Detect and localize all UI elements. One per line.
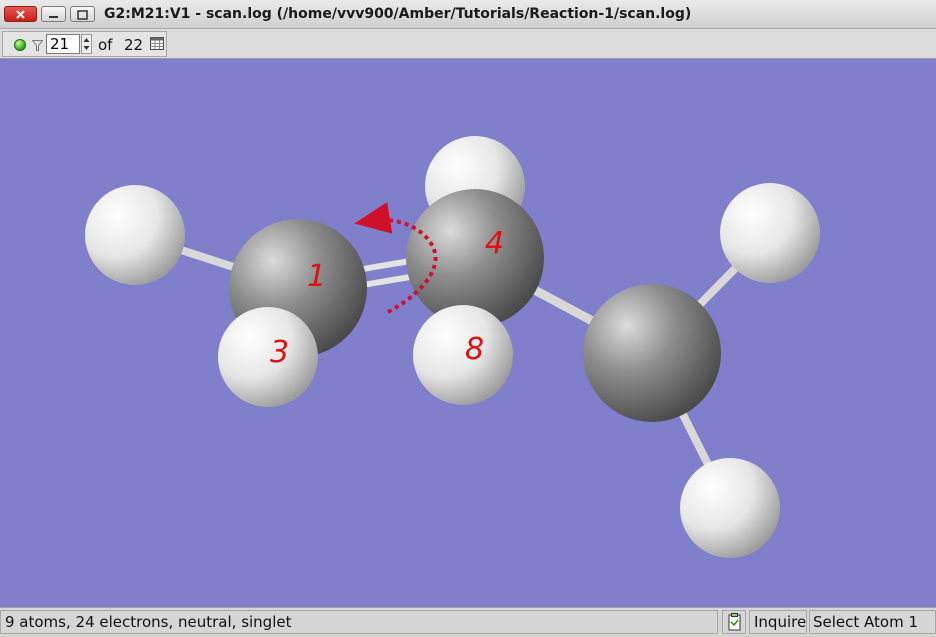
hydrogen-atom-8[interactable] — [413, 305, 513, 405]
green-status-icon[interactable] — [14, 39, 26, 51]
minimize-button[interactable] — [41, 6, 66, 22]
table-icon[interactable] — [150, 37, 164, 50]
hydrogen-atom[interactable] — [720, 183, 820, 283]
carbon-atom[interactable] — [583, 284, 721, 422]
window-title: G2:M21:V1 - scan.log (/home/vvv900/Amber… — [104, 6, 692, 22]
spinner-up-icon[interactable] — [83, 38, 90, 42]
molecule-canvas[interactable]: 1 4 3 8 — [0, 59, 936, 607]
toolbar: 21 of 22 — [0, 29, 936, 59]
atom-label-3: 3 — [270, 335, 289, 370]
mode-indicator[interactable]: Inquire — [749, 610, 807, 634]
atom-label-1: 1 — [307, 259, 326, 294]
of-label: of — [98, 36, 113, 54]
carbon-atom-4[interactable] — [406, 189, 544, 327]
frame-number-input[interactable]: 21 — [46, 34, 80, 54]
filter-icon[interactable] — [32, 40, 43, 51]
atom-label-4: 4 — [485, 226, 504, 261]
maximize-icon — [77, 10, 88, 20]
title-bar: G2:M21:V1 - scan.log (/home/vvv900/Amber… — [0, 0, 936, 29]
hydrogen-atom[interactable] — [85, 185, 185, 285]
frame-navigator: 21 of 22 — [2, 31, 167, 57]
minimize-icon — [49, 16, 58, 18]
spinner-down-icon[interactable] — [83, 46, 90, 50]
hydrogen-atom[interactable] — [680, 458, 780, 558]
clipboard-icon — [728, 613, 741, 631]
status-bar: 9 atoms, 24 electrons, neutral, singlet … — [0, 607, 936, 636]
frame-spinner[interactable] — [81, 34, 92, 54]
close-icon — [16, 10, 25, 19]
molecule-viewport[interactable]: 1 4 3 8 — [0, 59, 936, 607]
frame-total: 22 — [124, 36, 144, 54]
molecule-info: 9 atoms, 24 electrons, neutral, singlet — [0, 610, 718, 634]
maximize-button[interactable] — [70, 6, 95, 22]
atom-label-8: 8 — [465, 332, 484, 367]
close-button[interactable] — [4, 6, 37, 22]
hydrogen-atom-3[interactable] — [218, 307, 318, 407]
clipboard-button[interactable] — [722, 610, 746, 634]
selection-hint: Select Atom 1 — [809, 610, 936, 634]
